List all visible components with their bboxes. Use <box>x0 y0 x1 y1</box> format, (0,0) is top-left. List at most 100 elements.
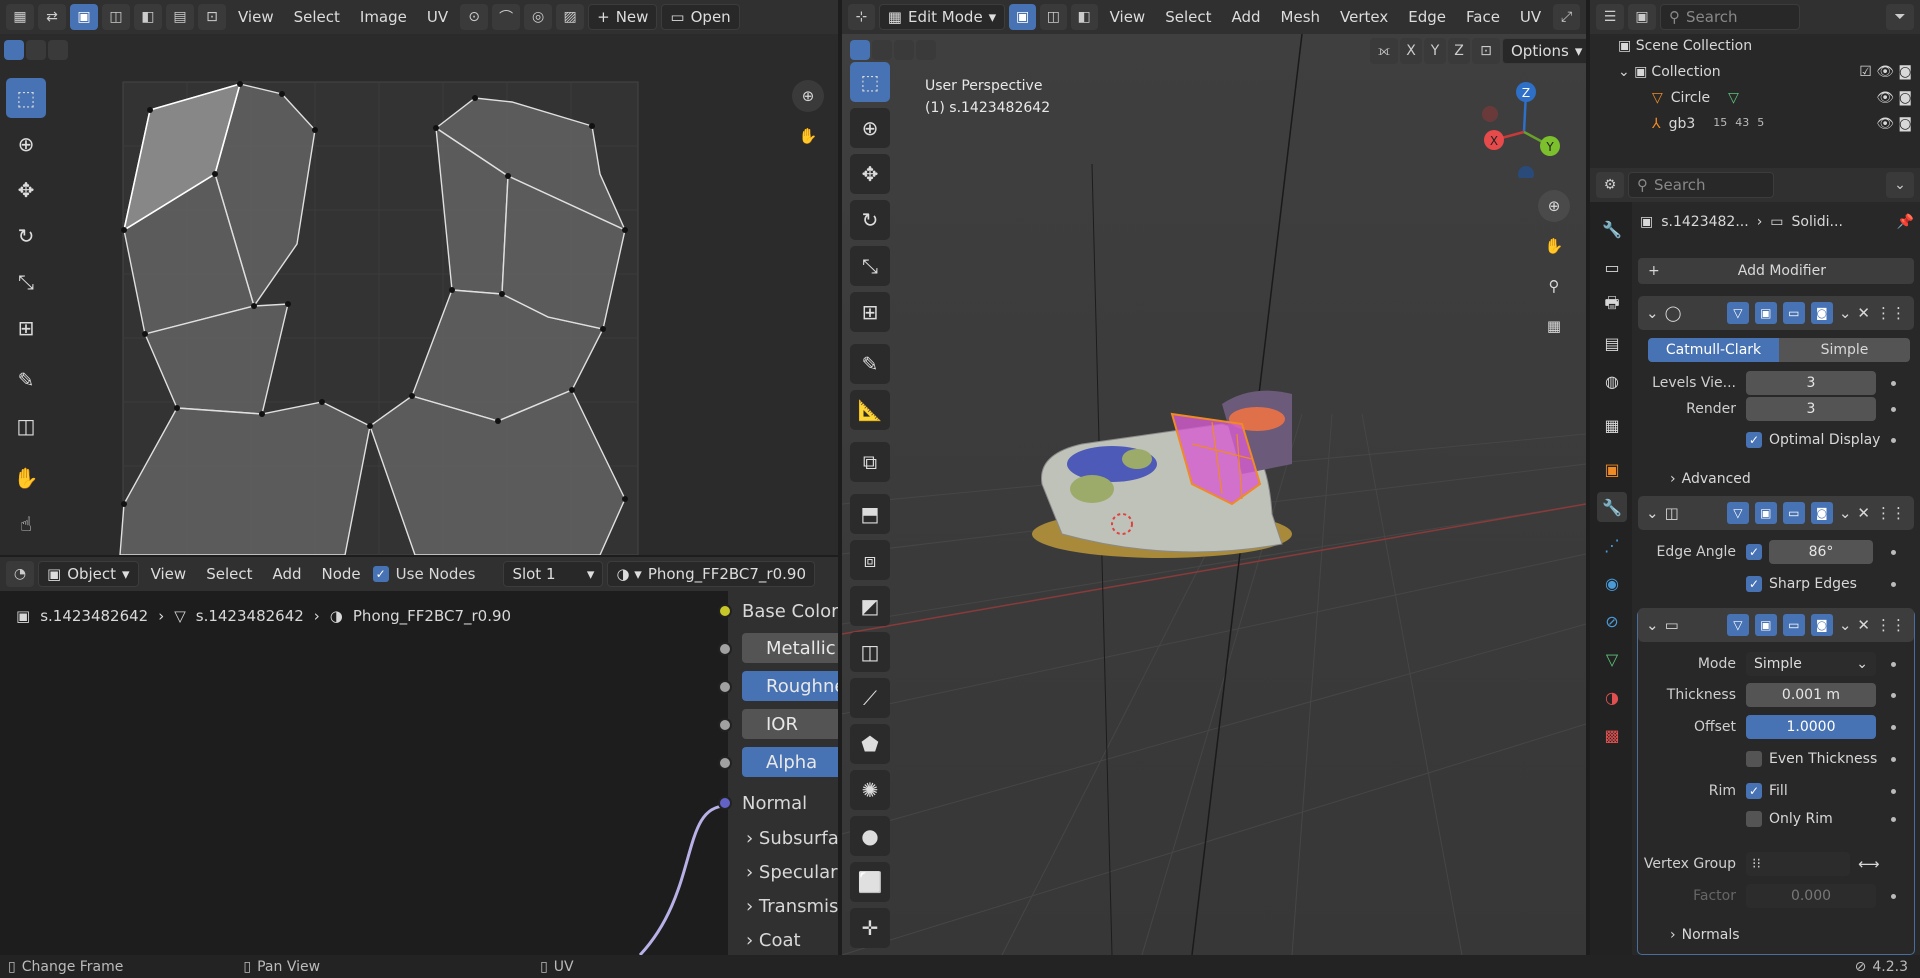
properties-type-icon[interactable]: ⚙ <box>1596 172 1624 198</box>
poly-build-tool[interactable]: ⬟ <box>850 724 890 764</box>
cursor-tool[interactable]: ⊕ <box>6 124 46 164</box>
face-select-icon[interactable]: ◧ <box>134 4 162 30</box>
render-icon[interactable]: ◙ <box>1810 614 1833 636</box>
knife-tool[interactable]: ⟋ <box>850 678 890 718</box>
close-icon[interactable]: ✕ <box>1857 616 1870 634</box>
scale-tool[interactable]: ⤡ <box>6 262 46 302</box>
vp-transform-tool[interactable]: ⊞ <box>850 292 890 332</box>
vp-scale-tool[interactable]: ⤡ <box>850 246 890 286</box>
subsurf-header[interactable]: ⌄ ◯ ▽ ▣ ▭ ◙ ⌄ ✕ ⋮⋮ <box>1638 296 1914 330</box>
outliner-item-gb3[interactable]: ⅄ gb3 15 43 5 👁 ◙ <box>1652 116 1912 132</box>
edge-select-icon[interactable]: ◫ <box>102 4 130 30</box>
face-mode-icon[interactable]: ◧ <box>1070 4 1098 30</box>
coat-panel[interactable]: › Coat <box>746 930 801 951</box>
outliner-search[interactable]: ⚲ Search <box>1660 4 1800 30</box>
pan-view-icon[interactable]: ✋ <box>792 120 824 152</box>
data-tab-icon[interactable]: ▽ <box>1597 644 1627 674</box>
keyframe-dot[interactable] <box>1891 756 1896 762</box>
move-tool[interactable]: ✥ <box>6 170 46 210</box>
vp-menu-view[interactable]: View <box>1102 8 1154 26</box>
metallic-socket[interactable] <box>718 642 732 656</box>
transmission-panel[interactable]: › Transmission <box>746 896 838 917</box>
chevron-down-icon[interactable]: ⌄ <box>1839 504 1852 522</box>
node-menu-add[interactable]: Add <box>264 565 309 583</box>
zoom-icon[interactable]: ⊕ <box>1538 190 1570 222</box>
input-metallic[interactable]: Metallic <box>742 633 838 663</box>
scene-collection-row[interactable]: ▣ Scene Collection <box>1618 38 1752 54</box>
transform-tool[interactable]: ⊞ <box>6 308 46 348</box>
even-thickness-checkbox[interactable]: Even Thickness <box>1640 746 1920 772</box>
uv-canvas[interactable]: ⬚ ⊕ ✥ ↻ ⤡ ⊞ ✎ ◫ ✋ ☝ ⊕ ✋ <box>0 34 838 555</box>
sticky-select-icon[interactable]: ⊡ <box>198 4 226 30</box>
tool-tab-icon[interactable]: 🔧 <box>1597 214 1627 244</box>
render-icon[interactable]: ◙ <box>1810 502 1833 524</box>
subsurface-panel[interactable]: › Subsurface <box>746 828 838 849</box>
shoe-model[interactable] <box>1022 364 1322 584</box>
rip-tool[interactable]: ◫ <box>6 406 46 446</box>
select-box-tool[interactable]: ⬚ <box>6 78 46 118</box>
shrink-tool[interactable]: ✛ <box>850 908 890 948</box>
vertex-group-field[interactable]: ⁝⁝ <box>1746 852 1850 876</box>
node-editor-type-icon[interactable]: ◔ <box>6 561 34 587</box>
material-dropdown[interactable]: ◑ ▾ Phong_FF2BC7_r0.90 <box>607 561 815 587</box>
properties-search[interactable]: ⚲ Search <box>1628 172 1774 198</box>
viewport-select-modes[interactable] <box>850 40 936 60</box>
zoom-view-icon[interactable]: ⊕ <box>792 80 824 112</box>
select-invert-icon[interactable] <box>916 40 936 60</box>
keyframe-dot[interactable] <box>1891 692 1896 698</box>
vp-cursor-tool[interactable]: ⊕ <box>850 108 890 148</box>
input-ior[interactable]: IOR <box>742 709 838 739</box>
uv-menu-image[interactable]: Image <box>352 8 415 26</box>
invert-arrows-icon[interactable]: ⟷ <box>1858 855 1880 873</box>
tab-simple[interactable]: Simple <box>1779 338 1910 362</box>
axis-x-button[interactable]: X <box>1400 38 1422 64</box>
image-browse-icon[interactable]: ▨ <box>556 4 585 30</box>
keyframe-dot[interactable] <box>1891 788 1896 794</box>
keyframe-dot[interactable] <box>1891 893 1896 899</box>
close-icon[interactable]: ✕ <box>1857 504 1870 522</box>
node-menu-view[interactable]: View <box>143 565 195 583</box>
vp-rotate-tool[interactable]: ↻ <box>850 200 890 240</box>
output-tab-icon[interactable]: 🖶 <box>1597 290 1627 320</box>
advanced-panel[interactable]: › Advanced <box>1640 466 1920 492</box>
camera-icon[interactable]: ⚲ <box>1538 270 1570 302</box>
normal-socket[interactable] <box>718 796 732 810</box>
edit-cage-icon[interactable]: ▽ <box>1726 502 1749 524</box>
close-icon[interactable]: ✕ <box>1857 304 1870 322</box>
bevel-tool[interactable]: ◩ <box>850 586 890 626</box>
optimal-display-checkbox[interactable]: ✓ Optimal Display <box>1640 427 1920 453</box>
pin-icon[interactable]: 📌 <box>1897 214 1914 230</box>
smooth-tool[interactable]: ● <box>850 816 890 856</box>
editmode-icon[interactable]: ▣ <box>1754 502 1777 524</box>
vp-menu-edge[interactable]: Edge <box>1400 8 1454 26</box>
navigation-gizmo[interactable]: Z X Y <box>1476 78 1566 178</box>
keyframe-dot[interactable] <box>1891 437 1896 443</box>
scene-tab-icon[interactable]: ◍ <box>1597 366 1627 396</box>
collection-row[interactable]: ⌄ ▣ Collection ☑ 👁 ◙ <box>1618 64 1912 80</box>
editor-type-icon[interactable]: ▦ <box>6 4 34 30</box>
edit-cage-icon[interactable]: ▽ <box>1726 302 1749 324</box>
only-rim-checkbox[interactable]: Only Rim <box>1640 806 1920 832</box>
thickness-field[interactable]: 0.001 m <box>1746 683 1876 707</box>
uv-mesh[interactable] <box>0 34 838 555</box>
viewport-display-icon[interactable]: ▭ <box>1782 614 1805 636</box>
select-subtract-icon[interactable] <box>894 40 914 60</box>
select-new-icon[interactable] <box>850 40 870 60</box>
vp-move-tool[interactable]: ✥ <box>850 154 890 194</box>
display-mode-icon[interactable]: ▣ <box>1628 4 1656 30</box>
render-tab-icon[interactable]: ▭ <box>1597 252 1627 282</box>
loop-cut-tool[interactable]: ◫ <box>850 632 890 672</box>
viewport-canvas[interactable]: ⟗ X Y Z ⊡ Options ▾ User Perspective (1)… <box>842 34 1586 955</box>
vertex-mode-icon[interactable]: ▣ <box>1009 4 1036 30</box>
edge-mode-icon[interactable]: ◫ <box>1040 4 1067 30</box>
ortho-grid-icon[interactable]: ▦ <box>1538 310 1570 342</box>
roughness-socket[interactable] <box>718 680 732 694</box>
constraints-tab-icon[interactable]: ⊘ <box>1597 606 1627 636</box>
add-modifier-button[interactable]: + Add Modifier <box>1638 258 1914 284</box>
vp-menu-face[interactable]: Face <box>1458 8 1508 26</box>
keyframe-dot[interactable] <box>1891 380 1896 386</box>
proportional-icon[interactable]: ◎ <box>524 4 553 30</box>
vp-menu-vertex[interactable]: Vertex <box>1332 8 1396 26</box>
edge-split-header[interactable]: ⌄ ◫ ▽ ▣ ▭ ◙ ⌄ ✕ ⋮⋮ <box>1638 496 1914 530</box>
sharp-edges-checkbox[interactable]: ✓ Sharp Edges <box>1640 571 1920 597</box>
